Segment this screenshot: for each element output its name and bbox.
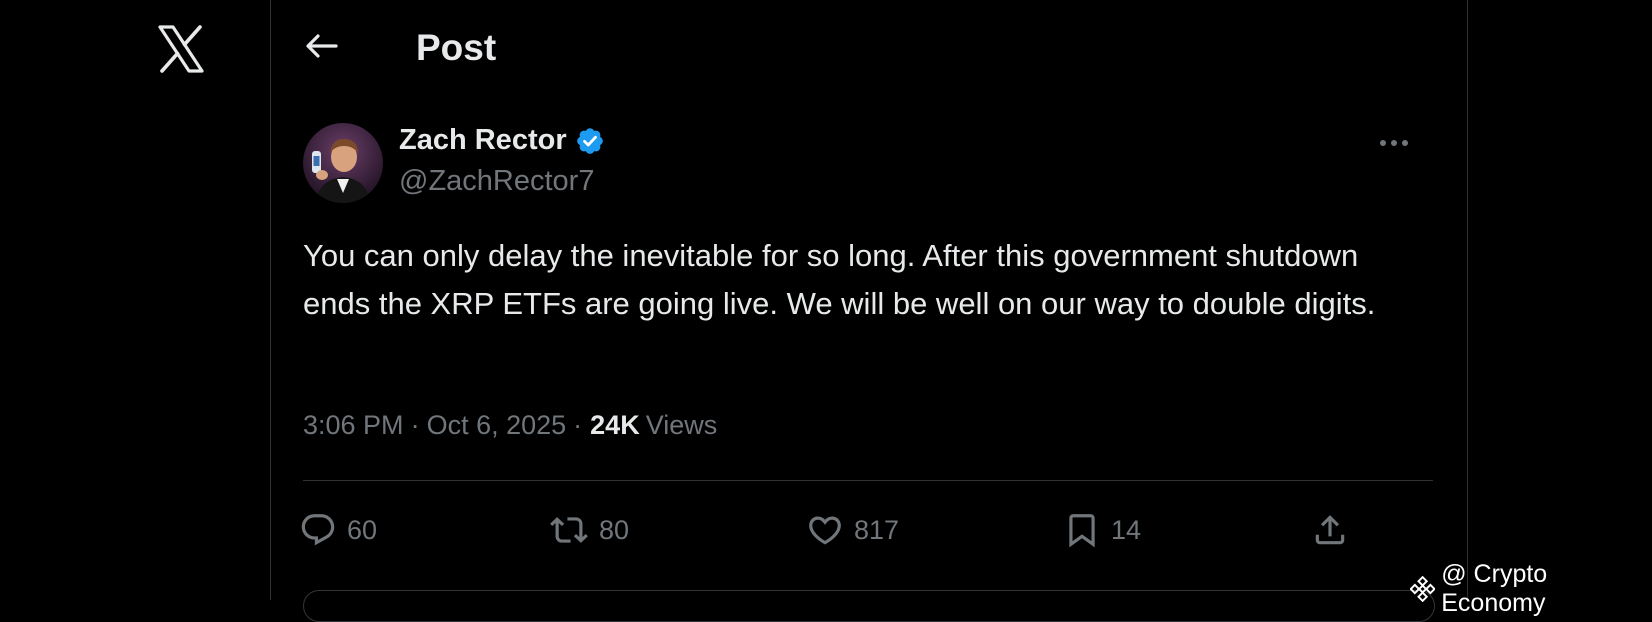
post-author: Zach Rector @ZachRector7 <box>399 124 605 198</box>
share-icon <box>1315 515 1345 545</box>
bookmark-icon <box>1069 514 1095 548</box>
post-time[interactable]: 3:06 PM <box>303 410 404 441</box>
share-button[interactable] <box>1311 508 1349 552</box>
watermark-text: @ Crypto Economy <box>1441 560 1548 617</box>
more-icon <box>1380 140 1408 146</box>
bookmark-button[interactable]: 14 <box>1063 508 1141 552</box>
back-button[interactable] <box>301 26 341 66</box>
reply-button[interactable]: 60 <box>299 508 377 552</box>
reply-icon <box>301 514 335 546</box>
post-meta: 3:06 PM · Oct 6, 2025 · 24K Views <box>303 410 717 441</box>
like-button[interactable]: 817 <box>806 508 899 552</box>
like-icon <box>809 516 841 545</box>
meta-separator: · <box>410 410 420 440</box>
author-handle[interactable]: @ZachRector7 <box>399 165 605 198</box>
post-text: You can only delay the inevitable for so… <box>303 238 1376 321</box>
repost-button[interactable]: 80 <box>549 508 629 552</box>
back-arrow-icon <box>306 34 338 58</box>
views-label: Views <box>645 410 718 440</box>
column-divider-right <box>1467 0 1468 600</box>
page-title: Post <box>416 27 497 68</box>
reply-composer[interactable] <box>303 590 1435 622</box>
repost-icon <box>550 517 588 543</box>
author-display-name[interactable]: Zach Rector <box>399 124 567 157</box>
divider <box>303 480 1433 481</box>
repost-count: 80 <box>599 514 630 545</box>
watermark: @ Crypto Economy <box>1410 560 1652 618</box>
post-date[interactable]: Oct 6, 2025 <box>427 410 567 441</box>
reply-count: 60 <box>347 514 378 545</box>
avatar[interactable] <box>303 123 383 203</box>
like-count: 817 <box>854 514 900 545</box>
verified-badge-icon[interactable] <box>575 126 605 156</box>
bookmark-count: 14 <box>1111 514 1142 545</box>
binance-logo-icon <box>1410 576 1436 602</box>
meta-separator: · <box>573 410 583 440</box>
post-header: Post <box>271 0 1467 95</box>
x-logo-icon[interactable] <box>156 24 206 74</box>
more-options-button[interactable] <box>1369 128 1419 158</box>
left-rail <box>0 0 270 600</box>
post-detail-column: Post Zach Rector @ZachRector7 You can on… <box>271 0 1467 622</box>
views-count[interactable]: 24K <box>590 410 640 441</box>
